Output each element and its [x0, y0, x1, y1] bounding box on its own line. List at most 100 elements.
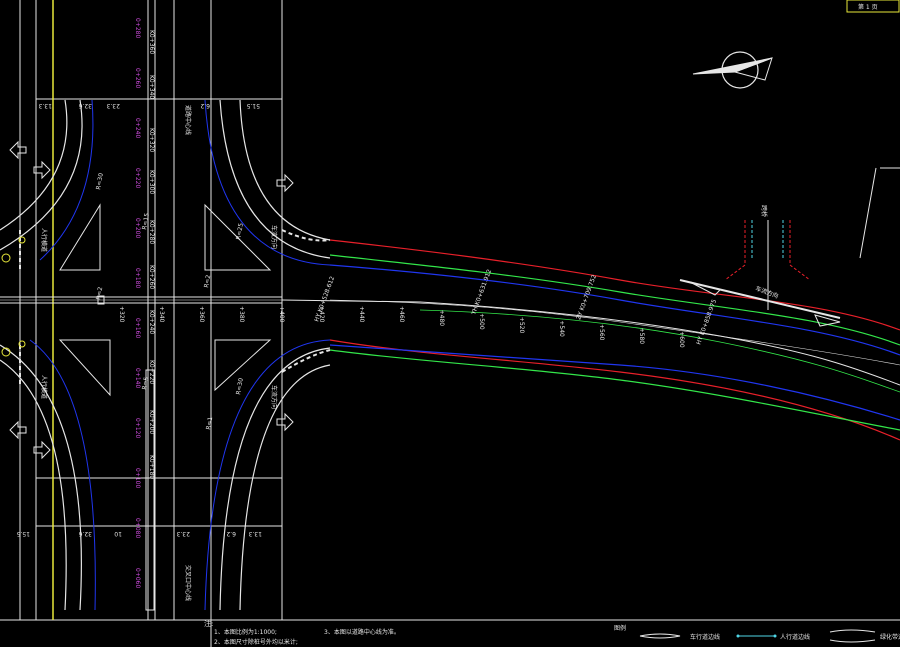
main-road-edge	[329, 339, 900, 441]
lane-arrow-icon	[9, 420, 27, 440]
main-road-alignment	[281, 167, 900, 441]
flow-label: 车流方向	[270, 225, 278, 249]
curve-point-label: ZY K0+709.752	[575, 274, 598, 321]
main-road-centerline	[281, 299, 900, 386]
median-strip	[145, 369, 155, 611]
station-label-magenta: 0+100	[134, 468, 141, 488]
curb-return-curve	[29, 339, 96, 611]
chainage-label: +320	[118, 306, 125, 323]
station-label-magenta: 0+060	[134, 568, 141, 588]
chainage-label: +540	[558, 320, 565, 337]
station-label: K0+240	[148, 310, 155, 334]
radius-label: R=30	[235, 377, 245, 395]
main-road-edge	[329, 349, 900, 431]
curb-return-curve	[204, 339, 331, 611]
legend-item: 人行道边线	[780, 633, 810, 641]
radius-label: R=1	[205, 416, 214, 430]
lane-arrow-icon	[9, 140, 27, 160]
station-label-magenta: 0+220	[134, 168, 141, 188]
station-label-magenta: 0+180	[134, 268, 141, 288]
station-label: K0+320	[148, 128, 155, 152]
chainage-label: +400	[278, 306, 285, 323]
radius-label: R=2	[95, 286, 104, 300]
chainage-label: +600	[678, 331, 685, 348]
chainage-label: +380	[238, 306, 245, 323]
chainage-label: +580	[638, 328, 645, 345]
note-item: 3、本图以道路中心线为准。	[324, 628, 400, 636]
station-label-magenta: 0+260	[134, 68, 141, 88]
legend-swatch-walk-dot	[773, 634, 777, 638]
signal-icon	[1, 253, 11, 263]
chainage-label: +500	[478, 313, 485, 330]
curb-return-curve	[239, 364, 331, 611]
station-label: K0+260	[148, 265, 155, 289]
road-label: 交叉口中心线	[184, 565, 192, 601]
main-road-edge	[329, 239, 900, 331]
legend-swatch-green	[829, 629, 876, 643]
legend-swatch-walk-dot	[736, 634, 740, 638]
radius-label: R=30	[95, 172, 105, 190]
station-label: K0+200	[148, 410, 155, 434]
dimension-bottom: 13.3	[248, 530, 262, 537]
flow-label: 车流方向	[270, 385, 278, 409]
road-label: 道路中心线	[184, 105, 192, 135]
chainage-label: +460	[398, 306, 405, 323]
station-label: K0+300	[148, 170, 155, 194]
radius-label: R=25	[235, 222, 245, 240]
curb-return-curve	[239, 99, 331, 241]
chainage-label: +360	[198, 306, 205, 323]
station-label-magenta: 0+200	[134, 218, 141, 238]
legend-item: 车行道边线	[690, 633, 720, 641]
note-item: 2、本图尺寸除桩号外均以米计;	[214, 638, 298, 646]
traffic-island	[58, 339, 111, 397]
crosswalk-dashes	[281, 349, 331, 373]
station-label-magenta: 0+240	[134, 118, 141, 138]
road-label: 人行横道	[40, 228, 48, 252]
station-label-magenta: 0+140	[134, 368, 141, 388]
station-label-magenta: 0+080	[134, 518, 141, 538]
main-road-median	[419, 309, 900, 393]
bridge-line	[789, 220, 811, 281]
lane-arrow-icon	[276, 412, 294, 432]
station-label-magenta: 0+160	[134, 318, 141, 338]
retaining-wall-line	[859, 167, 900, 259]
traffic-island	[59, 203, 101, 271]
station-label: K0+340	[148, 75, 155, 99]
bridge-line	[724, 220, 746, 281]
curve-point-label: YH K0+631.912	[470, 268, 493, 316]
bridge-label: 跨桥	[760, 205, 768, 217]
legend-swatch-road	[639, 633, 681, 639]
cad-drawing: 第 1 页K0+360K0+340K0+320K0+300K0+280K0+26…	[0, 0, 900, 647]
station-label-magenta: 0+280	[134, 18, 141, 38]
title-block-label: 第 1 页	[858, 3, 878, 11]
dimension-bottom: 32.6	[78, 530, 92, 537]
lane-arrows	[1, 51, 841, 460]
main-road-center-thin	[329, 299, 900, 366]
lane-arrow-icon	[276, 173, 294, 193]
dimension-top: 23.3	[106, 102, 120, 109]
note-item: 1、本图比例为1:1000;	[214, 628, 277, 636]
chainage-label: +520	[518, 317, 525, 334]
north-arrow-icon	[692, 57, 773, 75]
dimension-bottom: 15.5	[16, 530, 30, 537]
chainage-label: +560	[598, 324, 605, 341]
chainage-label: +440	[358, 306, 365, 323]
curb-return-curve	[0, 99, 68, 231]
legend-item: 绿化带边线	[880, 633, 900, 641]
road-label: 人行横道	[40, 375, 48, 399]
chainage-label: +340	[158, 306, 165, 323]
notes-heading: 注:	[204, 619, 213, 628]
curb-return-curve	[0, 359, 67, 611]
radius-label: R=5	[141, 376, 150, 390]
legend-heading: 图例	[614, 624, 626, 632]
dimension-top: 6.2	[200, 102, 210, 109]
station-label-magenta: 0+120	[134, 418, 141, 438]
chainage-label: +480	[438, 310, 445, 327]
station-label: K0+360	[148, 30, 155, 54]
dimension-top: 51.5	[246, 102, 260, 109]
dimension-top: 32.6	[78, 102, 92, 109]
station-label: K0+180	[148, 455, 155, 479]
dimension-top: 13.3	[38, 102, 52, 109]
dimension-bottom: 6.2	[226, 530, 236, 537]
dimension-bottom: 10	[114, 530, 122, 537]
